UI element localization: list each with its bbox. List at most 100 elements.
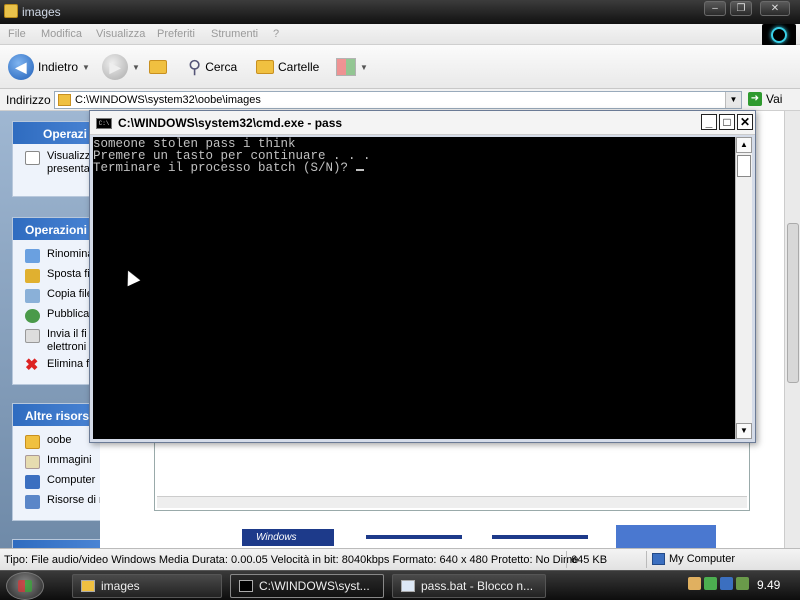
- taskbar-button-notepad[interactable]: pass.bat - Blocco n...: [392, 574, 546, 598]
- folder-icon: [58, 94, 71, 106]
- taskbar-button-images[interactable]: images: [72, 574, 222, 598]
- go-button[interactable]: ➜ Vai: [748, 92, 782, 106]
- menu-preferiti[interactable]: Preferiti: [157, 28, 195, 40]
- status-bar: Tipo: File audio/video Windows Media Dur…: [0, 548, 800, 570]
- task-label: elettroni: [47, 341, 87, 353]
- panel-header[interactable]: Operazi: [13, 122, 100, 144]
- delete-x-icon: ✖: [25, 358, 39, 374]
- panel-file-tasks: Operazi Visualizza presenta: [12, 121, 100, 197]
- task-copy[interactable]: Copia file: [13, 288, 100, 308]
- rename-icon: [25, 249, 40, 263]
- thumbnail-strip: Windows: [226, 525, 784, 548]
- up-folder-button[interactable]: [149, 53, 167, 81]
- thumbnail-image[interactable]: [616, 525, 716, 548]
- menu-visualizza[interactable]: Visualizza: [96, 28, 145, 40]
- move-icon: [25, 269, 40, 283]
- panel-other-places: Altre risors oobe Immagini Computer Riso…: [12, 403, 100, 521]
- place-label: Immagini: [47, 454, 92, 466]
- cmd-title: C:\WINDOWS\system32\cmd.exe - pass: [118, 116, 343, 130]
- task-rename[interactable]: Rinomina: [13, 248, 100, 268]
- place-label: Risorse di rete: [47, 494, 100, 506]
- clock[interactable]: 9.49: [757, 578, 780, 592]
- place-label: Computer: [47, 474, 96, 486]
- tray-icon[interactable]: [688, 577, 701, 590]
- taskbar-button-cmd[interactable]: C:\WINDOWS\syst...: [230, 574, 384, 598]
- volume-icon[interactable]: [736, 577, 749, 590]
- system-tray: [688, 577, 749, 590]
- address-label: Indirizzo: [6, 93, 51, 107]
- panel-details-collapsed[interactable]: [12, 539, 100, 548]
- menu-file[interactable]: File: [8, 28, 26, 40]
- status-divider: [566, 551, 567, 568]
- place-computer[interactable]: Computer: [13, 474, 100, 494]
- preview-frame: [154, 433, 750, 511]
- security-icon[interactable]: [704, 577, 717, 590]
- folders-button[interactable]: Cartelle: [256, 53, 319, 81]
- console-line: Terminare il processo batch (S/N)?: [93, 161, 356, 175]
- chevron-down-icon[interactable]: ▼: [725, 92, 741, 108]
- windows-thumbnail[interactable]: Windows: [242, 529, 334, 546]
- text-cursor: [355, 169, 364, 171]
- scroll-thumb[interactable]: [737, 155, 751, 177]
- folder-icon: [25, 435, 40, 449]
- panel-operations: Operazioni Rinomina Sposta fi Copia file…: [12, 217, 100, 385]
- scroll-up-icon[interactable]: ▲: [736, 137, 752, 153]
- cmd-maximize-button[interactable]: □: [719, 114, 735, 130]
- task-pane: Operazi Visualizza presenta Operazioni R…: [0, 111, 100, 548]
- console-output[interactable]: someone stolen pass i think Premere un ta…: [93, 137, 735, 439]
- chevron-down-icon[interactable]: ▼: [360, 63, 368, 72]
- place-label: oobe: [47, 434, 72, 446]
- menu-modifica[interactable]: Modifica: [41, 28, 82, 40]
- cmd-titlebar[interactable]: C:\ C:\WINDOWS\system32\cmd.exe - pass _…: [90, 111, 755, 135]
- task-email[interactable]: Invia il fi elettroni: [13, 328, 100, 358]
- place-network[interactable]: Risorse di rete: [13, 494, 100, 514]
- folder-icon: [81, 580, 95, 592]
- minimize-button[interactable]: –: [704, 1, 726, 16]
- close-button[interactable]: ✕: [760, 1, 790, 16]
- copy-icon: [25, 289, 40, 303]
- views-icon: [336, 58, 356, 76]
- forward-button[interactable]: ▶ ▼: [102, 53, 140, 81]
- cmd-minimize-button[interactable]: _: [701, 114, 717, 130]
- notepad-icon: [401, 580, 415, 592]
- task-label: Sposta fi: [47, 268, 90, 280]
- scroll-thumb[interactable]: [787, 223, 799, 383]
- chevron-down-icon[interactable]: ▼: [82, 63, 90, 72]
- thumbnail-bar: [366, 535, 462, 539]
- menu-bar: File Modifica Visualizza Preferiti Strum…: [0, 24, 800, 45]
- panel-header[interactable]: Operazioni: [13, 218, 100, 240]
- menu-strumenti[interactable]: Strumenti: [211, 28, 258, 40]
- task-label: Pubblica: [47, 308, 90, 320]
- search-icon: ⚲: [188, 56, 202, 77]
- start-button[interactable]: [6, 572, 44, 600]
- address-input[interactable]: C:\WINDOWS\system32\oobe\images ▼: [54, 91, 742, 109]
- task-publish[interactable]: Pubblica: [13, 308, 100, 328]
- task-move[interactable]: Sposta fi: [13, 268, 100, 288]
- place-oobe[interactable]: oobe: [13, 434, 100, 454]
- task-view-slideshow[interactable]: Visualizza presenta: [13, 150, 100, 180]
- cmd-scrollbar[interactable]: ▲ ▼: [735, 137, 752, 439]
- task-delete[interactable]: ✖ Elimina fi: [13, 358, 100, 378]
- windows-logo-icon: [18, 580, 32, 592]
- maximize-button[interactable]: ❐: [730, 1, 752, 16]
- chevron-down-icon[interactable]: ▼: [132, 63, 140, 72]
- search-button[interactable]: ⚲ Cerca: [188, 53, 237, 81]
- menu-help[interactable]: ?: [273, 28, 279, 40]
- desktop: images – ❐ ✕ File Modifica Visualizza Pr…: [0, 0, 800, 600]
- scroll-down-icon[interactable]: ▼: [736, 423, 752, 439]
- back-button[interactable]: ◀ Indietro ▼: [8, 53, 90, 81]
- horizontal-scrollbar[interactable]: [157, 496, 747, 508]
- windows-logo-icon: [762, 24, 796, 46]
- go-label: Vai: [766, 92, 783, 106]
- place-pictures[interactable]: Immagini: [13, 454, 100, 474]
- explorer-titlebar[interactable]: images – ❐ ✕: [0, 0, 800, 24]
- back-arrow-icon: ◀: [8, 54, 34, 80]
- views-button[interactable]: ▼: [336, 53, 368, 81]
- explorer-title: images: [22, 5, 61, 19]
- taskbar: images C:\WINDOWS\syst... pass.bat - Blo…: [0, 570, 800, 600]
- network-icon[interactable]: [720, 577, 733, 590]
- vertical-scrollbar[interactable]: [784, 111, 800, 548]
- cmd-close-button[interactable]: ✕: [737, 114, 753, 130]
- console-icon: [239, 580, 253, 592]
- panel-header[interactable]: Altre risors: [13, 404, 100, 426]
